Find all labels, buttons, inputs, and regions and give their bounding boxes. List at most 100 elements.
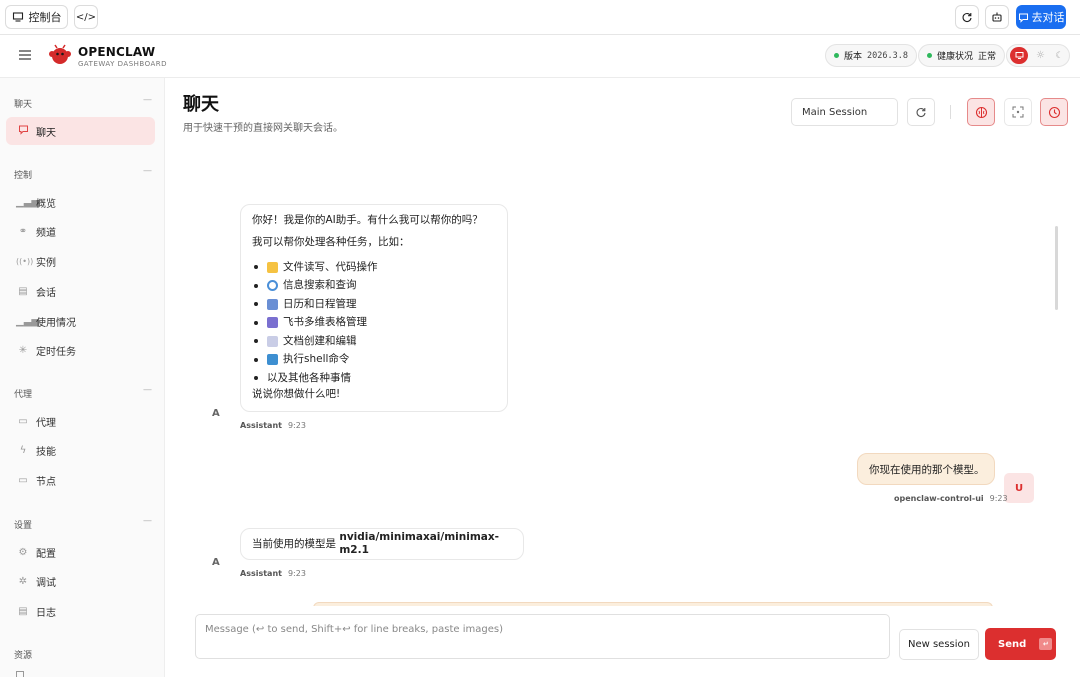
monitor-icon: ▭ [18,474,28,486]
loader-icon: ✳ [18,344,28,356]
collapse-icon[interactable]: — [143,166,152,176]
theme-light-button[interactable]: ☼ [1032,47,1049,64]
assistant-avatar: A [212,408,220,419]
sidebar-item-sessions[interactable]: ▤ 会话 [6,277,155,305]
openclaw-logo [49,44,71,64]
version-label: 版本 [844,52,863,62]
document-icon [267,335,278,347]
collapse-icon[interactable]: — [143,385,152,395]
send-label: Send [998,638,1027,650]
new-chat-button[interactable]: 去对话 [1016,5,1066,29]
message-time: 9:23 [287,421,306,430]
version-status-dot [834,53,839,58]
sidebar-item-chat[interactable]: 聊天 [6,117,155,145]
magnifier-icon [267,280,278,292]
robot-button[interactable] [985,5,1009,29]
bug-icon: ✲ [18,575,28,587]
sidebar-section-title: 设置 [14,521,33,531]
sidebar-item-partial [16,671,24,677]
moon-icon: ☾ [1055,50,1064,61]
lightning-icon: ϟ [19,444,27,456]
list-item: 日历和日程管理 [252,295,496,314]
code-view-button[interactable]: </> [74,5,98,29]
theme-dark-button[interactable]: ☾ [1051,47,1068,64]
sidebar-item-label: 节点 [36,476,56,488]
sidebar-item-cron[interactable]: ✳ 定时任务 [6,336,155,364]
focus-icon [1012,106,1024,118]
message-lead: 我可以帮你处理各种任务，比如： [252,236,410,248]
message-time: 9:23 [989,494,1008,503]
chat-scrollbar[interactable] [1055,226,1058,310]
refresh-chat-button[interactable] [907,98,935,126]
terminal-icon [267,354,278,366]
message-text: 你现在使用的那个模型。 [869,463,985,476]
robot-icon [992,12,1002,22]
sidebar-item-overview[interactable]: ▁▃▅ 概览 [6,188,155,216]
sidebar-item-config[interactable]: ⚙ 配置 [6,538,155,566]
chat-main: 聊天 用于快速干预的直接网关聊天会话。 Main Session A 你好！我是… [165,78,1080,677]
message-sender: Assistant [240,421,282,430]
toolbar-divider [950,105,951,119]
bar-chart-icon: ▁▃▅ [16,315,40,327]
sidebar-item-nodes[interactable]: ▭ 节点 [6,466,155,494]
message-outro: 说说你想做什么吧! [252,387,341,400]
thinking-toggle-button[interactable] [967,98,995,126]
enter-key-icon: ↵ [1039,638,1053,650]
hamburger-icon [19,50,31,60]
send-button[interactable]: Send ↵ [985,628,1056,660]
sun-icon: ☼ [1036,50,1045,61]
version-value: 2026.3.8 [867,50,908,61]
message-meta: openclaw-control-ui 9:23 [894,494,1008,503]
sidebar-item-instances[interactable]: ((•)) 实例 [6,247,155,275]
monitor-icon [12,12,23,22]
sidebar-item-skills[interactable]: ϟ 技能 [6,436,155,464]
page-title: 聊天 [183,94,219,115]
sidebar-item-label: 定时任务 [36,346,76,358]
list-item: 以及其他各种事情 [252,369,496,388]
brand-title: OPENCLAW [78,45,156,59]
bar-chart-icon [267,317,278,329]
focus-mode-button[interactable] [1004,98,1032,126]
sidebar-item-label: 技能 [36,446,56,458]
list-item: 执行shell命令 [252,351,496,370]
document-icon: ▤ [18,285,28,297]
sidebar-item-agents[interactable]: ▭ 代理 [6,407,155,435]
new-session-button[interactable]: New session [899,629,979,660]
theme-system-button[interactable] [1010,47,1028,64]
theme-switcher: ☼ ☾ [1006,44,1070,67]
sidebar-item-label: 调试 [36,577,56,589]
health-badge: 健康状况 正常 [918,44,1006,67]
session-select[interactable]: Main Session [791,98,898,126]
monitor-icon [1015,52,1023,59]
brand-subtitle: GATEWAY DASHBOARD [78,60,168,68]
sidebar-section-title: 聊天 [14,100,33,110]
message-meta: Assistant 9:23 [240,569,306,578]
menu-toggle-button[interactable] [18,49,34,63]
collapse-icon[interactable]: — [143,95,152,105]
collapse-icon[interactable]: — [143,516,152,526]
model-name: nvidia/minimaxai/minimax-m2.1 [339,531,500,556]
message-input[interactable]: Message (↩ to send, Shift+↩ for line bre… [195,614,890,659]
page-subtitle: 用于快速干预的直接网关聊天会话。 [183,123,343,134]
brain-icon [975,106,987,118]
sidebar-item-logs[interactable]: ▤ 日志 [6,597,155,625]
list-item: 文档创建和编辑 [252,332,496,351]
health-label: 健康状况 [937,52,974,62]
list-item: 文件读写、代码操作 [252,258,496,277]
clock-icon [1048,106,1060,118]
broadcast-icon: ((•)) [16,256,34,266]
message-sender: openclaw-control-ui [894,494,984,503]
link-icon: ⚭ [18,225,28,237]
sidebar-item-debug[interactable]: ✲ 调试 [6,567,155,595]
message-sender: Assistant [240,569,282,578]
top-bar: 控制台 </> 去对话 [0,0,1080,35]
version-badge: 版本 2026.3.8 [825,44,917,67]
sidebar-item-channels[interactable]: ⚭ 频道 [6,217,155,245]
sidebar-item-usage[interactable]: ▁▃▅ 使用情况 [6,307,155,335]
sidebar-item-label: 使用情况 [36,317,76,329]
refresh-button[interactable] [955,5,979,29]
history-button[interactable] [1040,98,1068,126]
sidebar-section-title: 代理 [14,390,33,400]
console-tab[interactable]: 控制台 [5,5,68,29]
sidebar-item-label: 会话 [36,287,56,299]
